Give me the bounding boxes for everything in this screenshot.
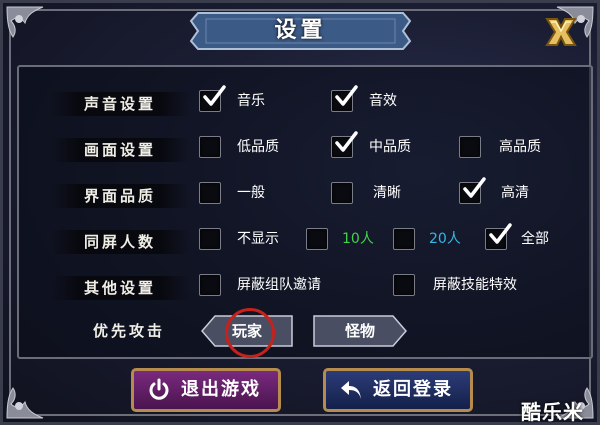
checkbox-10-players[interactable] xyxy=(306,228,328,250)
option-label: 清晰 xyxy=(373,185,401,201)
option-label: 屏蔽组队邀请 xyxy=(237,277,321,293)
row-label: 画面设置 xyxy=(51,138,189,162)
row-graphics-settings: 画面设置 低品质 中品质 高品质 xyxy=(19,129,591,165)
option-label: 高清 xyxy=(501,185,529,201)
checkbox-show-none[interactable] xyxy=(199,228,221,250)
watermark: 酷乐米 xyxy=(521,400,584,424)
row-sound-settings: 声音设置 音乐 音效 xyxy=(19,83,591,119)
settings-panel: 声音设置 音乐 音效 画面设置 低品质 中品质 高品质 界面品质 一般 清晰 高… xyxy=(17,65,593,359)
close-button[interactable] xyxy=(543,15,579,49)
exit-game-label: 退出游戏 xyxy=(181,379,261,400)
return-arrow-icon xyxy=(341,381,361,399)
dialog-title: 设置 xyxy=(274,18,327,43)
title-banner: 设置 xyxy=(188,11,413,51)
priority-monster-button[interactable]: 怪物 xyxy=(313,315,407,347)
option-label: 10人 xyxy=(342,231,374,247)
settings-dialog: 设置 声音设置 音乐 音效 画面设置 低品质 中品质 高品质 界面品质 一般 清… xyxy=(0,0,600,425)
option-label: 音乐 xyxy=(237,93,265,109)
option-label: 屏蔽技能特效 xyxy=(433,277,517,293)
back-to-login-label: 返回登录 xyxy=(373,379,453,400)
row-label: 同屏人数 xyxy=(51,230,189,254)
option-label: 低品质 xyxy=(237,139,279,155)
checkmark-icon xyxy=(203,85,226,106)
option-label: 音效 xyxy=(369,93,397,109)
row-other-settings: 其他设置 屏蔽组队邀请 屏蔽技能特效 xyxy=(19,267,591,303)
checkbox-ui-clear[interactable] xyxy=(331,182,353,204)
option-label: 高品质 xyxy=(499,139,541,155)
checkbox-music[interactable] xyxy=(199,85,226,112)
checkbox-20-players[interactable] xyxy=(393,228,415,250)
power-icon xyxy=(149,378,169,400)
row-ui-quality: 界面品质 一般 清晰 高清 xyxy=(19,175,591,211)
checkbox-all-players[interactable] xyxy=(485,223,512,250)
selection-ring xyxy=(225,308,275,358)
row-label: 界面品质 xyxy=(51,184,189,208)
checkmark-icon xyxy=(463,177,486,198)
priority-monster-label: 怪物 xyxy=(344,322,375,340)
checkbox-block-team-invite[interactable] xyxy=(199,274,221,296)
checkbox-low-quality[interactable] xyxy=(199,136,221,158)
back-to-login-button[interactable]: 返回登录 xyxy=(323,368,473,412)
checkmark-icon xyxy=(335,85,358,106)
option-label: 20人 xyxy=(429,231,461,247)
close-x-icon xyxy=(545,18,577,46)
checkbox-ui-hd[interactable] xyxy=(459,177,486,204)
row-label: 声音设置 xyxy=(51,92,189,116)
checkmark-icon xyxy=(489,223,512,244)
option-label: 中品质 xyxy=(369,139,411,155)
checkbox-high-quality[interactable] xyxy=(459,136,481,158)
exit-game-button[interactable]: 退出游戏 xyxy=(131,368,281,412)
checkbox-mid-quality[interactable] xyxy=(331,131,358,158)
checkmark-icon xyxy=(335,131,358,152)
option-label: 不显示 xyxy=(237,231,279,247)
option-label: 一般 xyxy=(237,185,265,201)
corner-ornament-icon xyxy=(3,3,61,61)
row-players-on-screen: 同屏人数 不显示 10人 20人 全部 xyxy=(19,221,591,257)
option-label: 全部 xyxy=(521,231,549,247)
priority-attack-label: 优先攻击 xyxy=(93,322,166,340)
checkbox-ui-normal[interactable] xyxy=(199,182,221,204)
row-label: 其他设置 xyxy=(51,276,189,300)
corner-ornament-icon xyxy=(3,364,61,422)
checkbox-block-skill-effects[interactable] xyxy=(393,274,415,296)
checkbox-sfx[interactable] xyxy=(331,85,358,112)
